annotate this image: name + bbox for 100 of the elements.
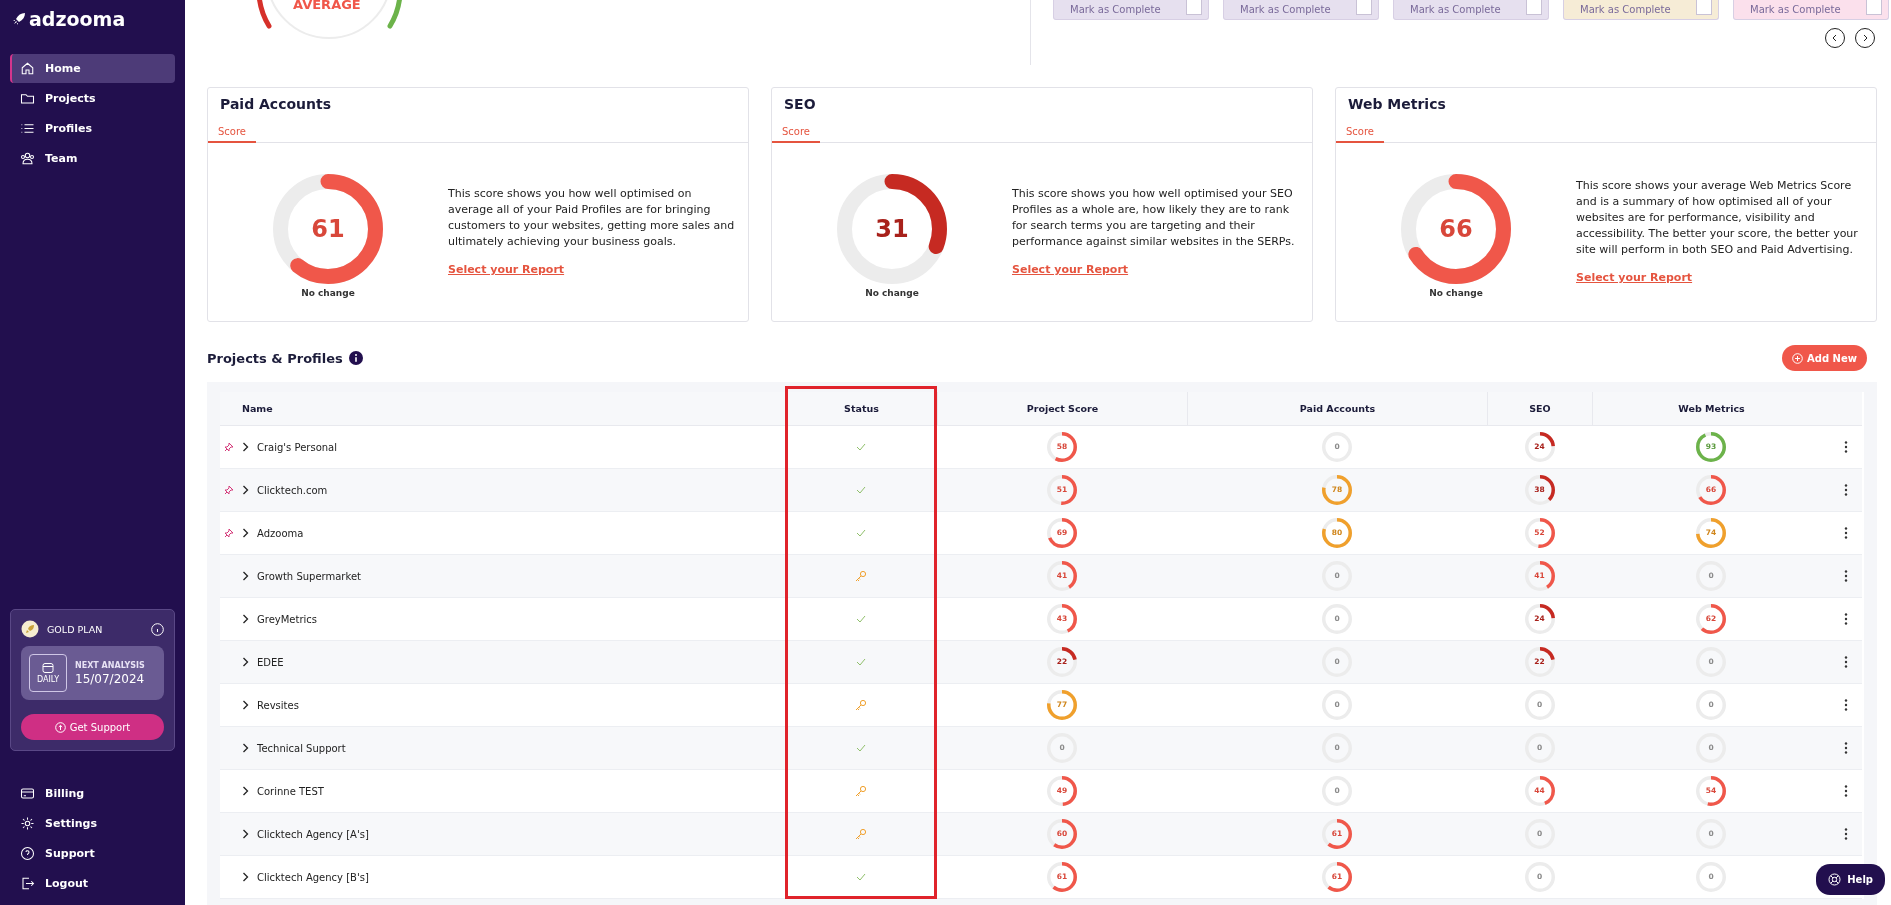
score-ring [1047, 647, 1077, 677]
score-ring [1047, 432, 1077, 462]
checkbox[interactable] [1526, 0, 1542, 15]
project-name[interactable]: EDEE [257, 656, 284, 668]
chevron-icon[interactable] [242, 614, 249, 624]
score-ring [1524, 776, 1555, 806]
score-tab[interactable]: Score [208, 126, 256, 143]
project-name[interactable]: Clicktech Agency [B's] [257, 871, 369, 883]
previous-button[interactable] [1825, 28, 1845, 48]
nav-item[interactable]: Projects [10, 84, 175, 113]
more-icon[interactable] [1844, 741, 1848, 755]
key-icon [855, 699, 867, 711]
column-header: Status [785, 392, 937, 426]
score-ring [1322, 819, 1352, 849]
more-icon[interactable] [1844, 655, 1848, 669]
score-tab[interactable]: Score [772, 126, 820, 143]
plan-name: GOLD PLAN [47, 623, 104, 635]
checkbox[interactable] [1696, 0, 1712, 15]
nav-item[interactable]: Support [10, 839, 175, 868]
help-icon [20, 846, 35, 861]
project-name[interactable]: GreyMetrics [257, 613, 317, 625]
chevron-right-icon [1861, 34, 1869, 42]
report-link[interactable]: Select your Report [1012, 262, 1129, 278]
next-analysis-label: NEXT ANALYSIS [75, 660, 145, 670]
report-link[interactable]: Select your Report [448, 262, 565, 278]
chevron-icon[interactable] [242, 657, 249, 667]
key-icon [855, 570, 867, 582]
chevron-icon[interactable] [242, 786, 249, 796]
calendar-badge: DAILY [29, 654, 67, 692]
next-button[interactable] [1855, 28, 1875, 48]
project-name[interactable]: Corinne TEST [257, 785, 324, 797]
score-tab[interactable]: Score [1336, 126, 1384, 143]
project-name[interactable]: Growth Supermarket [257, 570, 361, 582]
more-icon[interactable] [1844, 440, 1848, 454]
card-title: Paid Accounts [220, 96, 333, 112]
more-icon[interactable] [1844, 569, 1848, 583]
info-icon[interactable] [151, 622, 164, 636]
score-ring [1047, 518, 1077, 548]
get-support-button[interactable]: Get Support [21, 714, 164, 740]
settings-icon [20, 816, 35, 831]
chevron-icon[interactable] [242, 872, 249, 882]
score-ring [1524, 647, 1555, 677]
project-name[interactable]: Clicktech.com [257, 484, 328, 496]
check-icon [856, 615, 866, 623]
info-icon[interactable] [348, 351, 363, 365]
pin-icon[interactable] [224, 528, 234, 538]
chevron-icon[interactable] [242, 442, 249, 452]
checkbox[interactable] [1866, 0, 1882, 15]
project-name[interactable]: Revsites [257, 699, 299, 711]
help-button[interactable]: Help [1816, 864, 1885, 895]
score-ring [1047, 604, 1077, 634]
key-icon [855, 828, 867, 840]
score-ring [1524, 475, 1555, 505]
score-ring [1047, 862, 1077, 892]
score-value: 61 [311, 217, 345, 241]
chevron-icon[interactable] [242, 528, 249, 538]
check-icon [856, 744, 866, 752]
card-description: This score shows you how well optimised on average all of your Paid Profiles are for bringing customers to your websites, getting more sales and ultimately achieving your business goals. [448, 186, 736, 250]
more-icon[interactable] [1844, 612, 1848, 626]
task-label: Mark as Complete [1070, 4, 1161, 15]
score-ring [1322, 518, 1352, 548]
nav-item[interactable]: Logout [10, 869, 175, 898]
nav-item[interactable]: Settings [10, 809, 175, 838]
score-ring [1322, 862, 1352, 892]
nav-item[interactable]: Home [10, 54, 175, 83]
score-ring [1696, 518, 1726, 548]
nav-item[interactable]: Billing [10, 779, 175, 808]
project-name[interactable]: Clicktech Agency [A's] [257, 828, 369, 840]
pin-icon[interactable] [224, 442, 234, 452]
home-icon [20, 61, 35, 76]
checkbox[interactable] [1356, 0, 1372, 15]
more-icon[interactable] [1844, 698, 1848, 712]
arrow-up-icon [54, 721, 66, 733]
column-header: Web Metrics [1592, 392, 1830, 426]
chevron-icon[interactable] [242, 829, 249, 839]
card-description: This score shows your average Web Metrics Score and is a summary of how optimised all of your websites are for performance, visibility and accessibility. The better your score, the better your site will perform in both SEO and Paid Advertising. [1576, 178, 1859, 258]
project-name[interactable]: Technical Support [257, 742, 346, 754]
project-name[interactable]: Craig's Personal [257, 441, 337, 453]
checkbox[interactable] [1186, 0, 1202, 15]
chevron-icon[interactable] [242, 743, 249, 753]
project-name[interactable]: Adzooma [257, 527, 304, 539]
nav-item[interactable]: Team [10, 144, 175, 173]
more-icon[interactable] [1844, 827, 1848, 841]
column-header: SEO [1487, 392, 1592, 426]
more-icon[interactable] [1844, 483, 1848, 497]
report-link[interactable]: Select your Report [1576, 270, 1693, 286]
chevron-icon[interactable] [242, 485, 249, 495]
chevron-icon[interactable] [242, 571, 249, 581]
task-label: Mark as Complete [1240, 4, 1331, 15]
more-icon[interactable] [1844, 784, 1848, 798]
chevron-left-icon [1831, 34, 1839, 42]
change-label: No change [301, 288, 355, 298]
nav-item[interactable]: Profiles [10, 114, 175, 143]
rocket-icon [12, 12, 26, 26]
logo-text: adzooma [29, 8, 126, 30]
chevron-icon[interactable] [242, 700, 249, 710]
next-analysis-date: 15/07/2024 [75, 671, 145, 686]
more-icon[interactable] [1844, 526, 1848, 540]
score-value: 66 [1439, 217, 1473, 241]
pin-icon[interactable] [224, 485, 234, 495]
